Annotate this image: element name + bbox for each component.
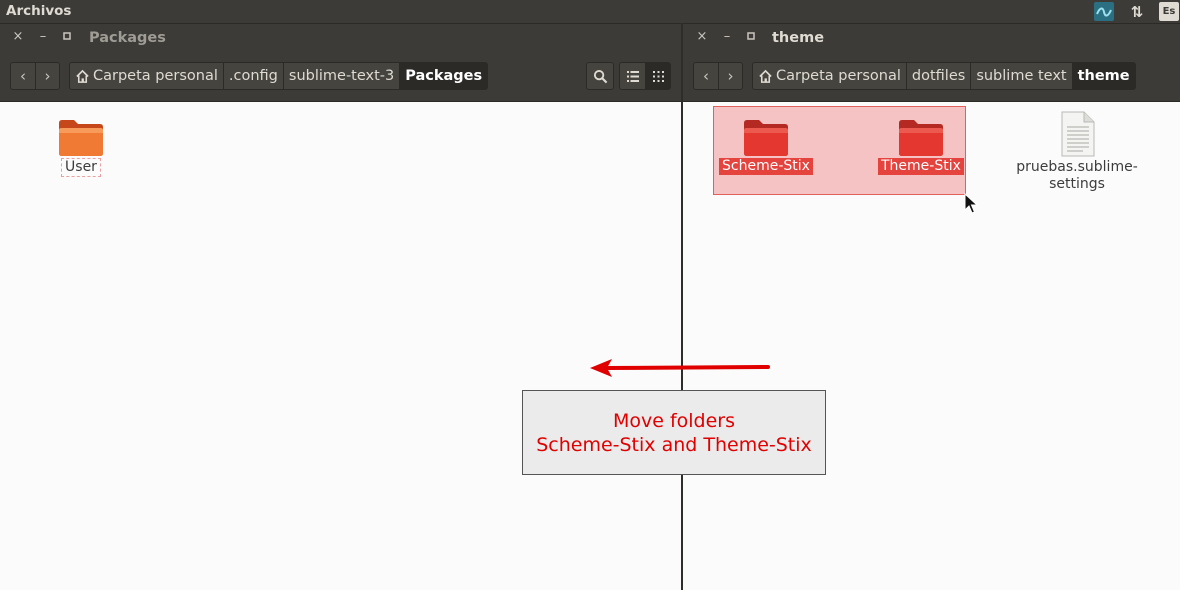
home-icon	[758, 69, 773, 84]
minimize-icon[interactable]: –	[36, 30, 50, 44]
folder-item-scheme-stix[interactable]: Scheme-Stix	[719, 117, 813, 175]
text-file-icon	[1061, 111, 1095, 157]
up-down-arrows-icon[interactable]: ⇅	[1127, 2, 1147, 21]
folder-label: User	[61, 158, 101, 177]
left-titlebar: × – Packages	[0, 23, 681, 52]
language-indicator[interactable]: Es	[1159, 2, 1179, 21]
maximize-icon[interactable]	[60, 30, 74, 44]
window-title: theme	[772, 30, 825, 46]
mouse-pointer-icon	[964, 193, 978, 214]
folder-icon	[743, 120, 788, 156]
breadcrumb-label: Carpeta personal	[93, 68, 218, 84]
right-toolbar: ‹ › Carpeta personal dotfiles sublime te…	[683, 52, 1180, 102]
breadcrumb-home[interactable]: Carpeta personal	[70, 63, 223, 89]
file-label-line1: pruebas.sublime-	[1016, 159, 1138, 175]
network-wave-icon[interactable]	[1094, 2, 1114, 21]
list-view-icon[interactable]	[620, 63, 645, 89]
view-mode-switch	[619, 62, 671, 90]
folder-item-theme-stix[interactable]: Theme-Stix	[878, 117, 964, 175]
forward-chevron-icon[interactable]: ›	[35, 63, 59, 89]
grid-view-icon[interactable]	[645, 63, 670, 89]
app-title: Archivos	[6, 3, 72, 19]
breadcrumb-theme[interactable]: theme	[1071, 63, 1135, 89]
annotation-callout: Move folders Scheme-Stix and Theme-Stix	[522, 390, 826, 475]
left-content-area[interactable]: User	[0, 103, 681, 590]
left-file-pane: × – Packages ‹ › Carpeta personal .confi…	[0, 23, 681, 590]
home-icon	[75, 69, 90, 84]
right-content-area[interactable]: Scheme-Stix Theme-Stix pruebas.sublime- …	[683, 103, 1180, 590]
folder-label: Theme-Stix	[878, 158, 964, 175]
history-nav: ‹ ›	[693, 62, 743, 90]
breadcrumb: Carpeta personal dotfiles sublime text t…	[752, 62, 1136, 90]
file-label-line2: settings	[1049, 176, 1105, 192]
breadcrumb-config[interactable]: .config	[222, 63, 283, 89]
forward-chevron-icon[interactable]: ›	[718, 63, 742, 89]
window-title: Packages	[89, 30, 166, 46]
left-toolbar: ‹ › Carpeta personal .config sublime-tex…	[0, 52, 681, 102]
minimize-icon[interactable]: –	[720, 30, 734, 44]
annotation-arrow-icon	[590, 359, 770, 377]
back-chevron-icon[interactable]: ‹	[694, 63, 718, 89]
search-button[interactable]	[586, 62, 614, 90]
annotation-line-2: Scheme-Stix and Theme-Stix	[536, 433, 812, 456]
close-icon[interactable]: ×	[695, 30, 709, 44]
breadcrumb-sublime-text-3[interactable]: sublime-text-3	[282, 63, 400, 89]
right-titlebar: × – theme	[683, 23, 1180, 52]
file-item-pruebas-sublime-settings[interactable]: pruebas.sublime- settings	[1016, 111, 1138, 193]
history-nav: ‹ ›	[10, 62, 60, 90]
top-panel: Archivos ⇅ Es	[0, 0, 1180, 23]
breadcrumb: Carpeta personal .config sublime-text-3 …	[69, 62, 489, 90]
annotation-line-1: Move folders	[612, 409, 736, 432]
back-chevron-icon[interactable]: ‹	[11, 63, 35, 89]
folder-item-user[interactable]: User	[57, 117, 105, 177]
folder-icon	[59, 120, 103, 156]
folder-icon	[898, 120, 943, 156]
maximize-icon[interactable]	[744, 30, 758, 44]
folder-label: Scheme-Stix	[719, 158, 813, 175]
breadcrumb-sublime-text[interactable]: sublime text	[970, 63, 1072, 89]
breadcrumb-label: Carpeta personal	[776, 68, 901, 84]
close-icon[interactable]: ×	[11, 30, 25, 44]
breadcrumb-dotfiles[interactable]: dotfiles	[905, 63, 971, 89]
search-icon	[593, 69, 607, 83]
breadcrumb-home[interactable]: Carpeta personal	[753, 63, 906, 89]
right-file-pane: × – theme ‹ › Carpeta personal dotfiles …	[683, 23, 1180, 590]
breadcrumb-packages[interactable]: Packages	[399, 63, 488, 89]
